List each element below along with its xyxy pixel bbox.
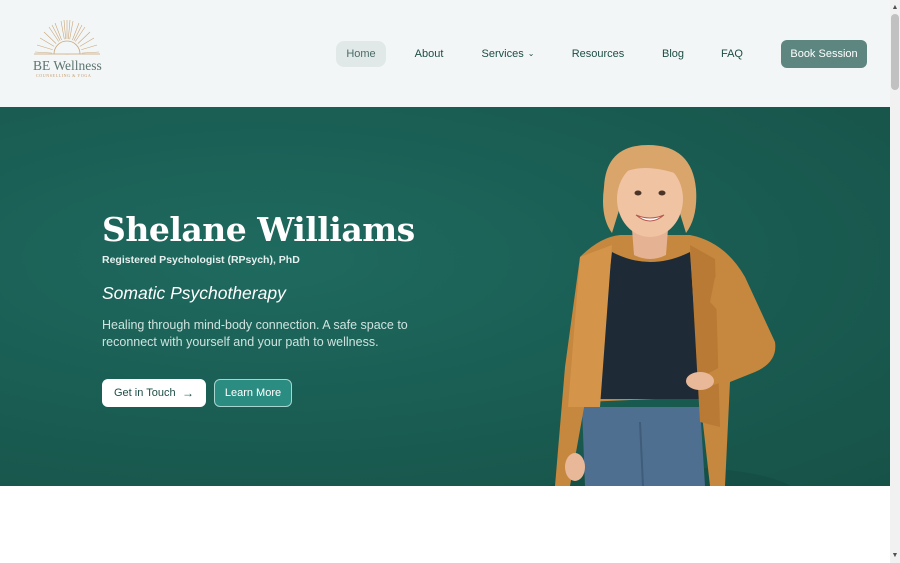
- hero-name: Shelane Williams: [102, 210, 415, 249]
- nav-resources[interactable]: Resources: [566, 41, 630, 67]
- get-in-touch-button[interactable]: Get in Touch →: [102, 379, 206, 407]
- arrow-right-icon: →: [182, 386, 194, 400]
- site-header: BE Wellness COUNSELLING & YOGA Home Abou…: [0, 0, 890, 107]
- hero-specialty: Somatic Psychotherapy: [102, 283, 286, 303]
- nav-about[interactable]: About: [408, 41, 450, 67]
- nav-blog[interactable]: Blog: [656, 41, 690, 67]
- learn-more-button[interactable]: Learn More: [214, 379, 292, 407]
- scroll-up-arrow-icon[interactable]: ▲: [890, 2, 900, 14]
- nav-home[interactable]: Home: [336, 41, 386, 67]
- book-session-button[interactable]: Book Session: [781, 40, 867, 68]
- therapist-portrait: [549, 145, 790, 486]
- hero-section: Shelane Williams Registered Psychologist…: [0, 107, 890, 486]
- brand-tagline: COUNSELLING & YOGA: [36, 73, 92, 78]
- scrollbar-thumb[interactable]: [891, 14, 899, 90]
- scrollbar[interactable]: ▲ ▼: [890, 0, 900, 563]
- chevron-down-icon: ⌄: [527, 49, 535, 58]
- nav-services-label: Services: [481, 48, 524, 60]
- scroll-down-arrow-icon[interactable]: ▼: [890, 550, 900, 562]
- brand-name[interactable]: BE Wellness: [33, 58, 103, 74]
- nav-services[interactable]: Services ⌄: [476, 41, 540, 67]
- hero-description: Healing through mind-body connection. A …: [102, 318, 408, 349]
- nav-faq[interactable]: FAQ: [716, 41, 748, 67]
- hero-credentials: Registered Psychologist (RPsych), PhD: [102, 254, 300, 266]
- get-in-touch-label: Get in Touch: [114, 387, 176, 399]
